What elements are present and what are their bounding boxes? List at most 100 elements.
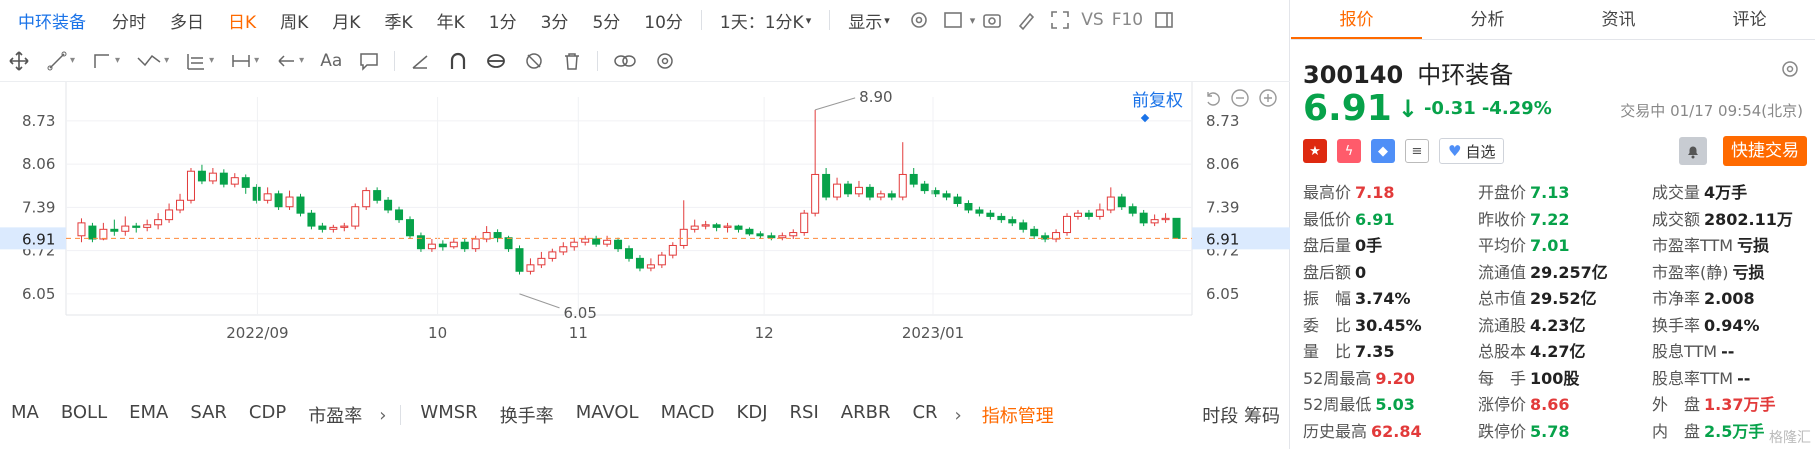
wave-icon[interactable]: ▾ xyxy=(136,50,169,72)
interval-select[interactable]: 1天：1分K ▾ xyxy=(720,8,811,33)
tag-icon[interactable]: ◆ xyxy=(1371,139,1395,163)
ray-icon[interactable]: ▾ xyxy=(91,50,120,72)
quote-value: 3.74% xyxy=(1355,289,1411,309)
kline-chart[interactable]: 前复权 8.73 8.73 8.06 8.06 7.39 7.39 6.72 6.72 6.05… xyxy=(0,82,1290,378)
range-icon[interactable]: ▾ xyxy=(230,50,259,72)
y-tick-label-right: 6.05 xyxy=(1206,285,1239,303)
indicator-tab[interactable]: CR xyxy=(912,402,937,428)
line-icon[interactable]: ▾ xyxy=(46,50,75,72)
period-tab[interactable]: 周K xyxy=(280,8,308,33)
indicator-tab[interactable]: ARBR xyxy=(841,402,891,428)
hide-icon[interactable] xyxy=(523,50,545,72)
pen-icon[interactable] xyxy=(1015,9,1037,31)
camera-icon[interactable] xyxy=(981,9,1003,31)
candle-body xyxy=(515,248,524,272)
move-icon[interactable] xyxy=(8,50,30,72)
period-tab[interactable]: 季K xyxy=(384,8,412,33)
indicator-tab[interactable]: MA xyxy=(11,402,39,428)
zoom-in-icon[interactable] xyxy=(1258,88,1278,108)
quote-cell: 成交量 4万手 xyxy=(1652,179,1812,203)
candle-body xyxy=(537,257,546,266)
period-tab[interactable]: 3分 xyxy=(541,8,569,33)
quote-row: 盘后量 0手 平均价 7.01 市盈率TTM 亏损 xyxy=(1303,231,1813,258)
panel-tab[interactable]: 分析 xyxy=(1422,0,1553,39)
indicator-tab[interactable]: 换手率 xyxy=(500,402,554,428)
lightning-icon[interactable]: ϟ xyxy=(1337,139,1361,163)
add-favorite-button[interactable]: ♥ 自选 xyxy=(1439,138,1505,164)
period-tab[interactable]: 月K xyxy=(332,8,360,33)
quote-cell: 市净率 2.008 xyxy=(1652,285,1812,309)
vs-button[interactable]: VS xyxy=(1081,10,1103,30)
magnet-icon[interactable] xyxy=(447,50,469,72)
quote-value: 7.22 xyxy=(1530,209,1570,229)
indicator-list: MA BOLL EMA SAR CDP 市盈率 xyxy=(0,402,373,428)
indicator-tab[interactable]: BOLL xyxy=(61,402,107,428)
gear-icon[interactable] xyxy=(1779,58,1801,80)
settings-icon[interactable] xyxy=(654,50,676,72)
comment-icon[interactable] xyxy=(358,50,380,72)
delete-icon[interactable] xyxy=(561,50,583,72)
period-tab[interactable]: 10分 xyxy=(644,8,683,33)
document-icon[interactable]: ≡ xyxy=(1405,139,1429,163)
fullscreen-icon[interactable] xyxy=(1049,9,1071,31)
indicator-tab[interactable]: WMSR xyxy=(420,402,477,428)
indicator-tab[interactable]: SAR xyxy=(190,402,227,428)
quote-value: 1.37万手 xyxy=(1704,395,1776,415)
quote-cell: 成交额 2802.11万 xyxy=(1652,206,1812,230)
candle-body xyxy=(1030,228,1039,237)
fib-icon[interactable]: ▾ xyxy=(185,50,214,72)
period-tab[interactable]: 5分 xyxy=(592,8,620,33)
quote-value: 4.27亿 xyxy=(1530,342,1586,362)
indicator-tab[interactable]: CDP xyxy=(249,402,286,428)
chevron-down-icon: ▾ xyxy=(884,13,890,27)
chevron-down-icon[interactable]: ▾ xyxy=(970,14,976,27)
ruler-icon[interactable] xyxy=(409,50,431,72)
indicator-tab[interactable]: KDJ xyxy=(737,402,768,428)
adjust-button[interactable]: 前复权 xyxy=(1132,86,1183,111)
lock-icon[interactable] xyxy=(485,50,507,72)
quick-trade-button[interactable]: 快捷交易 xyxy=(1723,136,1807,166)
quote-label: 市净率 xyxy=(1652,289,1701,309)
candle-body xyxy=(1172,217,1181,239)
arrow-icon[interactable]: ▾ xyxy=(275,50,304,72)
candle-body xyxy=(99,228,108,240)
text-icon[interactable]: Aa xyxy=(320,51,342,71)
candle-body xyxy=(416,235,425,250)
candle-body xyxy=(745,228,754,235)
zoom-out-icon[interactable] xyxy=(1230,88,1250,108)
chevron-right-icon[interactable]: › xyxy=(955,405,962,426)
candle-body xyxy=(592,238,601,245)
f10-button[interactable]: F10 xyxy=(1112,10,1143,30)
period-tab[interactable]: 年K xyxy=(437,8,465,33)
chevron-right-icon[interactable]: › xyxy=(379,405,386,426)
period-tab[interactable]: 日K xyxy=(228,8,256,33)
candle-body xyxy=(219,172,228,185)
panel-tab[interactable]: 评论 xyxy=(1684,0,1815,39)
indicator-tab[interactable]: MAVOL xyxy=(576,402,639,428)
indicator-manage-button[interactable]: 指标管理 xyxy=(982,402,1054,428)
indicator-tab[interactable]: 市盈率 xyxy=(308,402,362,428)
link-icon[interactable] xyxy=(612,50,638,72)
panel-tab[interactable]: 资讯 xyxy=(1553,0,1684,39)
indicator-bar: MA BOLL EMA SAR CDP 市盈率 › WMSR 换手率 MAVOL MACD KDJ… xyxy=(0,395,1290,435)
panel-tab[interactable]: 报价 xyxy=(1291,0,1422,39)
quote-label: 盘后额 xyxy=(1303,262,1352,282)
undo-icon[interactable] xyxy=(1203,88,1223,108)
period-tab[interactable]: 分时 xyxy=(112,8,146,33)
candle-body xyxy=(263,193,272,201)
stock-name-link[interactable]: 中环装备 xyxy=(18,8,86,33)
display-dropdown[interactable]: 显示 ▾ xyxy=(848,8,890,33)
indicator-tab[interactable]: MACD xyxy=(661,402,715,428)
bell-icon[interactable] xyxy=(1679,137,1707,165)
quote-cell: 平均价 7.01 xyxy=(1478,232,1652,256)
period-chip-label[interactable]: 时段 筹码 xyxy=(1202,402,1280,428)
period-tab[interactable]: 1分 xyxy=(489,8,517,33)
panel-toggle-icon[interactable] xyxy=(1153,9,1175,31)
layout-icon[interactable] xyxy=(942,9,964,31)
candle-body xyxy=(438,243,447,248)
indicator-tab[interactable]: EMA xyxy=(129,402,168,428)
heart-icon: ♥ xyxy=(1448,142,1462,160)
indicator-tab[interactable]: RSI xyxy=(790,402,819,428)
settings-icon[interactable] xyxy=(908,9,930,31)
period-tab[interactable]: 多日 xyxy=(170,8,204,33)
